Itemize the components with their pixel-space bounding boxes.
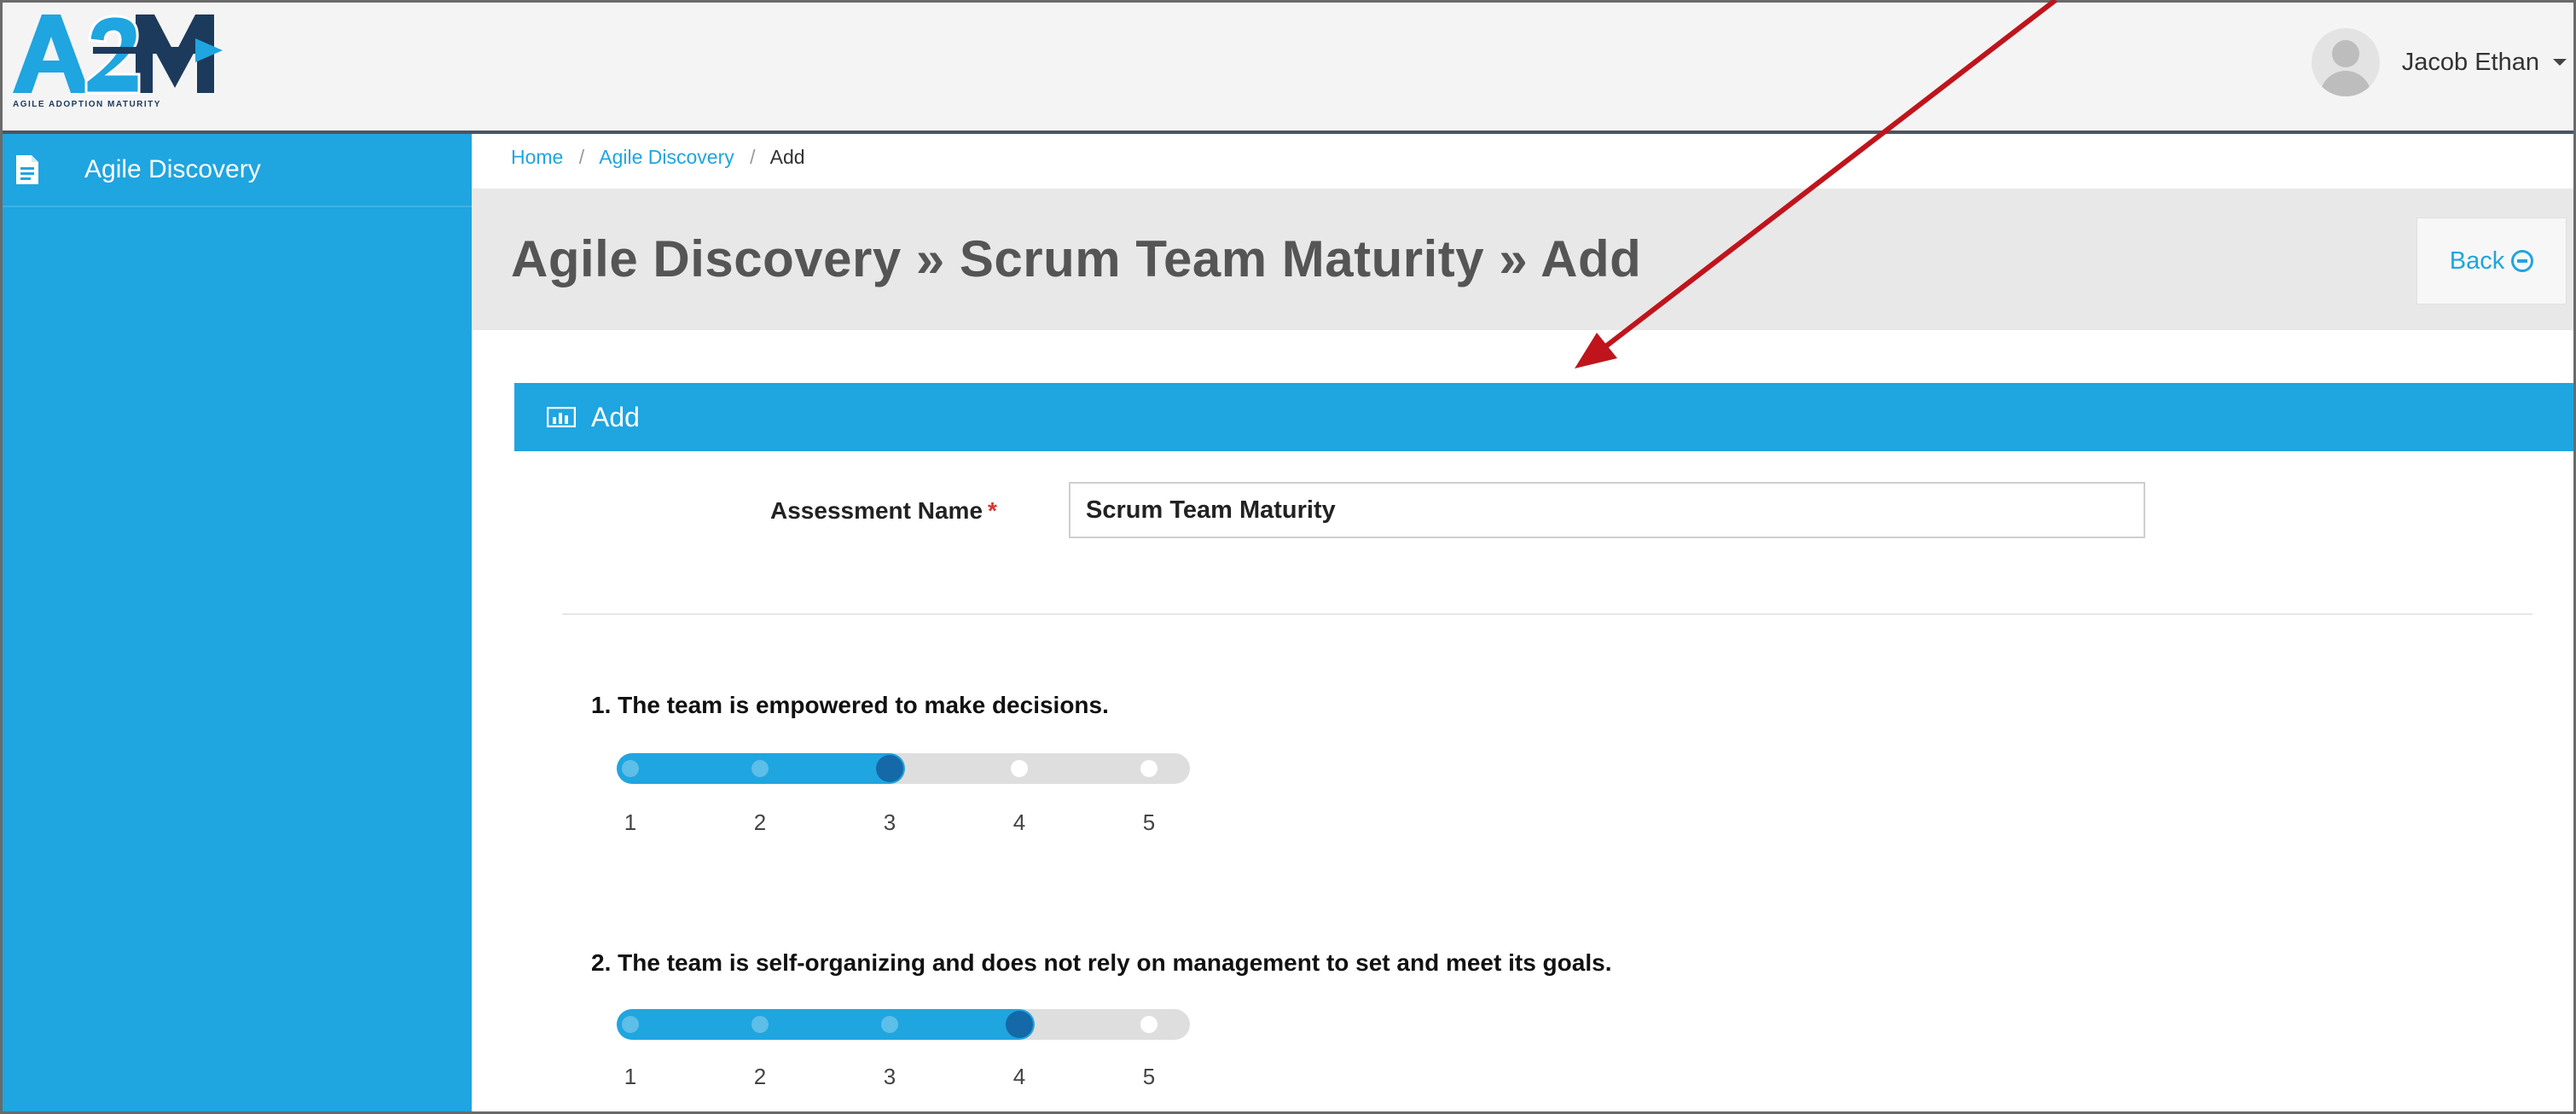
scale-label: 4 bbox=[1012, 809, 1026, 835]
app-window: AGILE ADOPTION MATURITY Jacob Ethan Agil… bbox=[0, 0, 2576, 1114]
form-divider bbox=[562, 613, 2532, 615]
scale-label: 5 bbox=[1142, 1064, 1156, 1089]
breadcrumb: Home / Agile Discovery / Add bbox=[511, 146, 805, 169]
question-2-scale: 1 2 3 4 5 bbox=[617, 1064, 1190, 1089]
required-marker: * bbox=[988, 497, 997, 524]
scale-label: 5 bbox=[1142, 809, 1156, 835]
slider-step-dot[interactable] bbox=[1140, 1016, 1157, 1033]
breadcrumb-agile-discovery-link[interactable]: Agile Discovery bbox=[599, 146, 734, 168]
slider-step-dot[interactable] bbox=[751, 760, 769, 777]
a2m-logo[interactable]: AGILE ADOPTION MATURITY bbox=[8, 8, 229, 109]
add-panel-header: Add bbox=[514, 383, 2573, 451]
logo-tagline: AGILE ADOPTION MATURITY bbox=[13, 100, 161, 109]
scale-label: 1 bbox=[624, 809, 637, 835]
scale-label: 3 bbox=[883, 1064, 896, 1089]
scale-label: 4 bbox=[1012, 1064, 1026, 1089]
user-name: Jacob Ethan bbox=[2401, 48, 2539, 76]
question-1-rating-slider[interactable] bbox=[617, 753, 1190, 784]
sidebar-item-label: Agile Discovery bbox=[84, 155, 261, 183]
back-button[interactable]: Back bbox=[2416, 218, 2567, 305]
assessment-name-label-text: Assessment Name bbox=[770, 497, 983, 524]
caret-down-icon bbox=[2553, 59, 2567, 66]
question-2-text: 2. The team is self-organizing and does … bbox=[591, 949, 1612, 976]
slider-fill bbox=[617, 1009, 1035, 1040]
breadcrumb-separator: / bbox=[578, 146, 585, 168]
page-title: Agile Discovery » Scrum Team Maturity » … bbox=[511, 230, 1642, 287]
breadcrumb-current: Add bbox=[769, 146, 805, 168]
user-avatar-icon bbox=[2311, 28, 2380, 96]
question-2-rating-slider[interactable] bbox=[617, 1009, 1190, 1040]
assessment-name-input[interactable] bbox=[1069, 482, 2145, 538]
scale-label: 2 bbox=[753, 809, 767, 835]
assessment-name-label: Assessment Name * bbox=[770, 497, 997, 525]
back-button-label: Back bbox=[2449, 247, 2505, 275]
breadcrumb-home-link[interactable]: Home bbox=[511, 146, 563, 168]
slider-step-dot[interactable] bbox=[881, 1016, 898, 1033]
panel-title: Add bbox=[591, 401, 640, 432]
page-header: Agile Discovery » Scrum Team Maturity » … bbox=[472, 189, 2573, 330]
user-menu[interactable]: Jacob Ethan bbox=[2311, 28, 2573, 96]
slider-step-dot[interactable] bbox=[1011, 760, 1028, 777]
scale-label: 2 bbox=[753, 1064, 767, 1089]
document-icon bbox=[16, 155, 38, 184]
scale-label: 1 bbox=[624, 1064, 637, 1089]
slider-handle[interactable] bbox=[1006, 1011, 1033, 1038]
slider-step-dot[interactable] bbox=[751, 1016, 769, 1033]
sidebar-item-agile-discovery[interactable]: Agile Discovery bbox=[3, 134, 472, 207]
question-1-text: 1. The team is empowered to make decisio… bbox=[591, 692, 1109, 718]
circle-minus-icon bbox=[2511, 250, 2534, 272]
slider-step-dot[interactable] bbox=[622, 1016, 639, 1033]
a2m-logo-mark bbox=[13, 15, 223, 95]
scale-label: 3 bbox=[883, 809, 896, 835]
breadcrumb-separator: / bbox=[750, 146, 756, 168]
question-1-scale: 1 2 3 4 5 bbox=[617, 809, 1190, 835]
chart-icon bbox=[547, 407, 576, 427]
slider-step-dot[interactable] bbox=[622, 760, 639, 777]
sidebar: Agile Discovery bbox=[3, 134, 472, 1111]
slider-handle[interactable] bbox=[876, 755, 903, 782]
top-header: AGILE ADOPTION MATURITY Jacob Ethan bbox=[3, 3, 2573, 134]
slider-step-dot[interactable] bbox=[1140, 760, 1157, 777]
